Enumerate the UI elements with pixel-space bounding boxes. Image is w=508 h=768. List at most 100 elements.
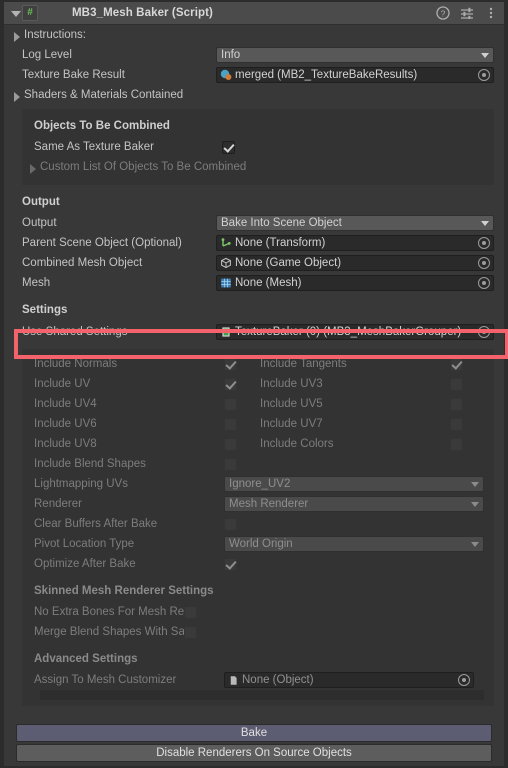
include-uv8-colors-row: Include UV8 Include Colors (22, 434, 494, 454)
include-colors-checkbox[interactable] (450, 437, 463, 451)
gameobject-icon (221, 257, 231, 269)
log-level-value: Info (221, 49, 241, 61)
custom-list-foldout[interactable]: Custom List Of Objects To Be Combined (22, 157, 494, 177)
include-uv5-label: Include UV5 (260, 398, 323, 410)
parent-scene-object-field[interactable]: None (Transform) (216, 235, 494, 251)
log-level-label: Log Level (22, 49, 72, 61)
chevron-right-icon (26, 161, 39, 174)
include-uv7-checkbox[interactable] (450, 417, 463, 431)
combined-mesh-object-field[interactable]: None (Game Object) (216, 255, 494, 271)
include-normals-checkbox[interactable] (224, 357, 237, 371)
inspector-panel: # MB3_Mesh Baker (Script) ? Instructions… (0, 0, 508, 768)
objects-to-be-combined-header: Objects To Be Combined (34, 120, 170, 132)
include-blend-shapes-checkbox[interactable] (224, 457, 237, 471)
optimize-after-bake-checkbox[interactable] (224, 557, 237, 571)
help-icon[interactable]: ? (436, 6, 450, 20)
log-level-field[interactable]: Info (216, 47, 494, 63)
assign-to-mesh-customizer-value: None (Object) (242, 674, 314, 686)
component-header[interactable]: # MB3_Mesh Baker (Script) ? (4, 2, 504, 25)
settings-section-header: Settings (22, 304, 68, 316)
include-uv4-checkbox[interactable] (224, 397, 237, 411)
include-colors-label: Include Colors (260, 438, 334, 450)
mesh-value: None (Mesh) (235, 277, 302, 289)
disable-renderers-button[interactable]: Disable Renderers On Source Objects (16, 744, 492, 762)
pivot-location-field[interactable]: World Origin (224, 536, 484, 552)
combined-mesh-object-label: Combined Mesh Object (22, 257, 143, 269)
include-uv6-checkbox[interactable] (224, 417, 237, 431)
output-field[interactable]: Bake Into Scene Object (216, 215, 494, 231)
include-uv-checkbox[interactable] (224, 377, 237, 391)
mesh-label: Mesh (22, 277, 51, 289)
use-shared-settings-object-field[interactable]: TextureBaker (0) (MB3_MeshBakerGrouper) (216, 324, 494, 340)
combined-mesh-object-value: None (Game Object) (235, 257, 342, 269)
script-component-icon (222, 327, 230, 337)
same-as-texture-baker-label: Same As Texture Baker (34, 141, 154, 153)
assign-to-mesh-customizer-field[interactable]: None (Object) (224, 672, 474, 688)
output-value: Bake Into Scene Object (221, 217, 342, 229)
objects-to-be-combined-panel: Objects To Be Combined Same As Texture B… (22, 109, 494, 185)
instructions-foldout[interactable]: Instructions: (4, 25, 504, 45)
transform-icon (221, 238, 231, 247)
same-as-texture-baker-checkbox[interactable] (222, 140, 235, 154)
merge-blend-shapes-row: Merge Blend Shapes With Same N (22, 622, 494, 642)
kebab-menu-icon[interactable] (484, 6, 498, 20)
clear-buffers-checkbox[interactable] (224, 517, 237, 531)
lightmapping-uvs-row: Lightmapping UVs Ignore_UV2 (22, 474, 494, 494)
assign-to-mesh-customizer-object-field[interactable]: None (Object) (224, 672, 474, 688)
renderer-field[interactable]: Mesh Renderer (224, 496, 484, 512)
object-picker-icon[interactable] (477, 68, 491, 82)
bake-button[interactable]: Bake (16, 724, 492, 742)
include-uv4-uv5-row: Include UV4 Include UV5 (22, 394, 494, 414)
object-picker-icon[interactable] (457, 673, 471, 687)
parent-scene-object-value: None (Transform) (235, 237, 326, 249)
optimize-after-bake-label: Optimize After Bake (34, 558, 136, 570)
header-icon-group: ? (436, 6, 498, 20)
pivot-location-dropdown[interactable]: World Origin (224, 536, 484, 552)
mesh-settings-panel: Include Normals Include Tangents Include… (22, 349, 494, 706)
combined-mesh-object-row: Combined Mesh Object None (Game Object) (4, 253, 504, 273)
output-row: Output Bake Into Scene Object (4, 213, 504, 233)
mesh-field[interactable]: None (Mesh) (216, 275, 494, 291)
use-shared-settings-row: Use Shared Settings TextureBaker (0) (MB… (4, 321, 504, 343)
log-level-dropdown[interactable]: Info (216, 47, 494, 63)
use-shared-settings-field[interactable]: TextureBaker (0) (MB3_MeshBakerGrouper) (216, 324, 494, 340)
mesh-field-box[interactable]: None (Mesh) (216, 275, 494, 291)
shaders-materials-label: Shaders & Materials Contained (24, 89, 184, 101)
pivot-location-label: Pivot Location Type (34, 538, 135, 550)
include-uv-label: Include UV (34, 378, 91, 390)
include-uv8-checkbox[interactable] (224, 437, 237, 451)
object-picker-icon[interactable] (477, 276, 491, 290)
assign-to-mesh-customizer-label: Assign To Mesh Customizer (34, 674, 177, 686)
include-uv5-checkbox[interactable] (450, 397, 463, 411)
texture-bake-result-field[interactable]: merged (MB2_TextureBakeResults) (216, 67, 494, 83)
object-picker-icon[interactable] (477, 325, 491, 339)
chevron-down-icon (481, 220, 489, 226)
shaders-materials-foldout[interactable]: Shaders & Materials Contained (4, 85, 504, 105)
object-picker-icon[interactable] (477, 256, 491, 270)
chevron-down-icon (481, 52, 489, 58)
include-uv-uv3-row: Include UV Include UV3 (22, 374, 494, 394)
lightmapping-uvs-dropdown[interactable]: Ignore_UV2 (224, 476, 484, 492)
no-extra-bones-checkbox[interactable] (184, 605, 197, 619)
include-uv3-checkbox[interactable] (450, 377, 463, 391)
component-foldout-icon[interactable] (8, 7, 21, 20)
custom-list-label: Custom List Of Objects To Be Combined (40, 161, 247, 173)
output-dropdown[interactable]: Bake Into Scene Object (216, 215, 494, 231)
include-uv6-uv7-row: Include UV6 Include UV7 (22, 414, 494, 434)
component-title: MB3_Mesh Baker (Script) (72, 7, 213, 19)
texture-bake-result-object-field[interactable]: merged (MB2_TextureBakeResults) (216, 67, 494, 83)
combined-mesh-object-field-box[interactable]: None (Game Object) (216, 255, 494, 271)
object-picker-icon[interactable] (477, 236, 491, 250)
use-shared-settings-value: TextureBaker (0) (MB3_MeshBakerGrouper) (235, 326, 462, 338)
merge-blend-shapes-checkbox[interactable] (184, 625, 197, 639)
no-extra-bones-label: No Extra Bones For Mesh Rendere (34, 606, 184, 618)
parent-scene-object-field-box[interactable]: None (Transform) (216, 235, 494, 251)
lightmapping-uvs-field[interactable]: Ignore_UV2 (224, 476, 484, 492)
include-tangents-checkbox[interactable] (450, 357, 463, 371)
renderer-dropdown[interactable]: Mesh Renderer (224, 496, 484, 512)
texture-bake-result-row: Texture Bake Result merged (MB2_TextureB… (4, 65, 504, 85)
pivot-location-row: Pivot Location Type World Origin (22, 534, 494, 554)
include-uv7-label: Include UV7 (260, 418, 323, 430)
renderer-label: Renderer (34, 498, 82, 510)
preset-settings-icon[interactable] (460, 6, 474, 20)
